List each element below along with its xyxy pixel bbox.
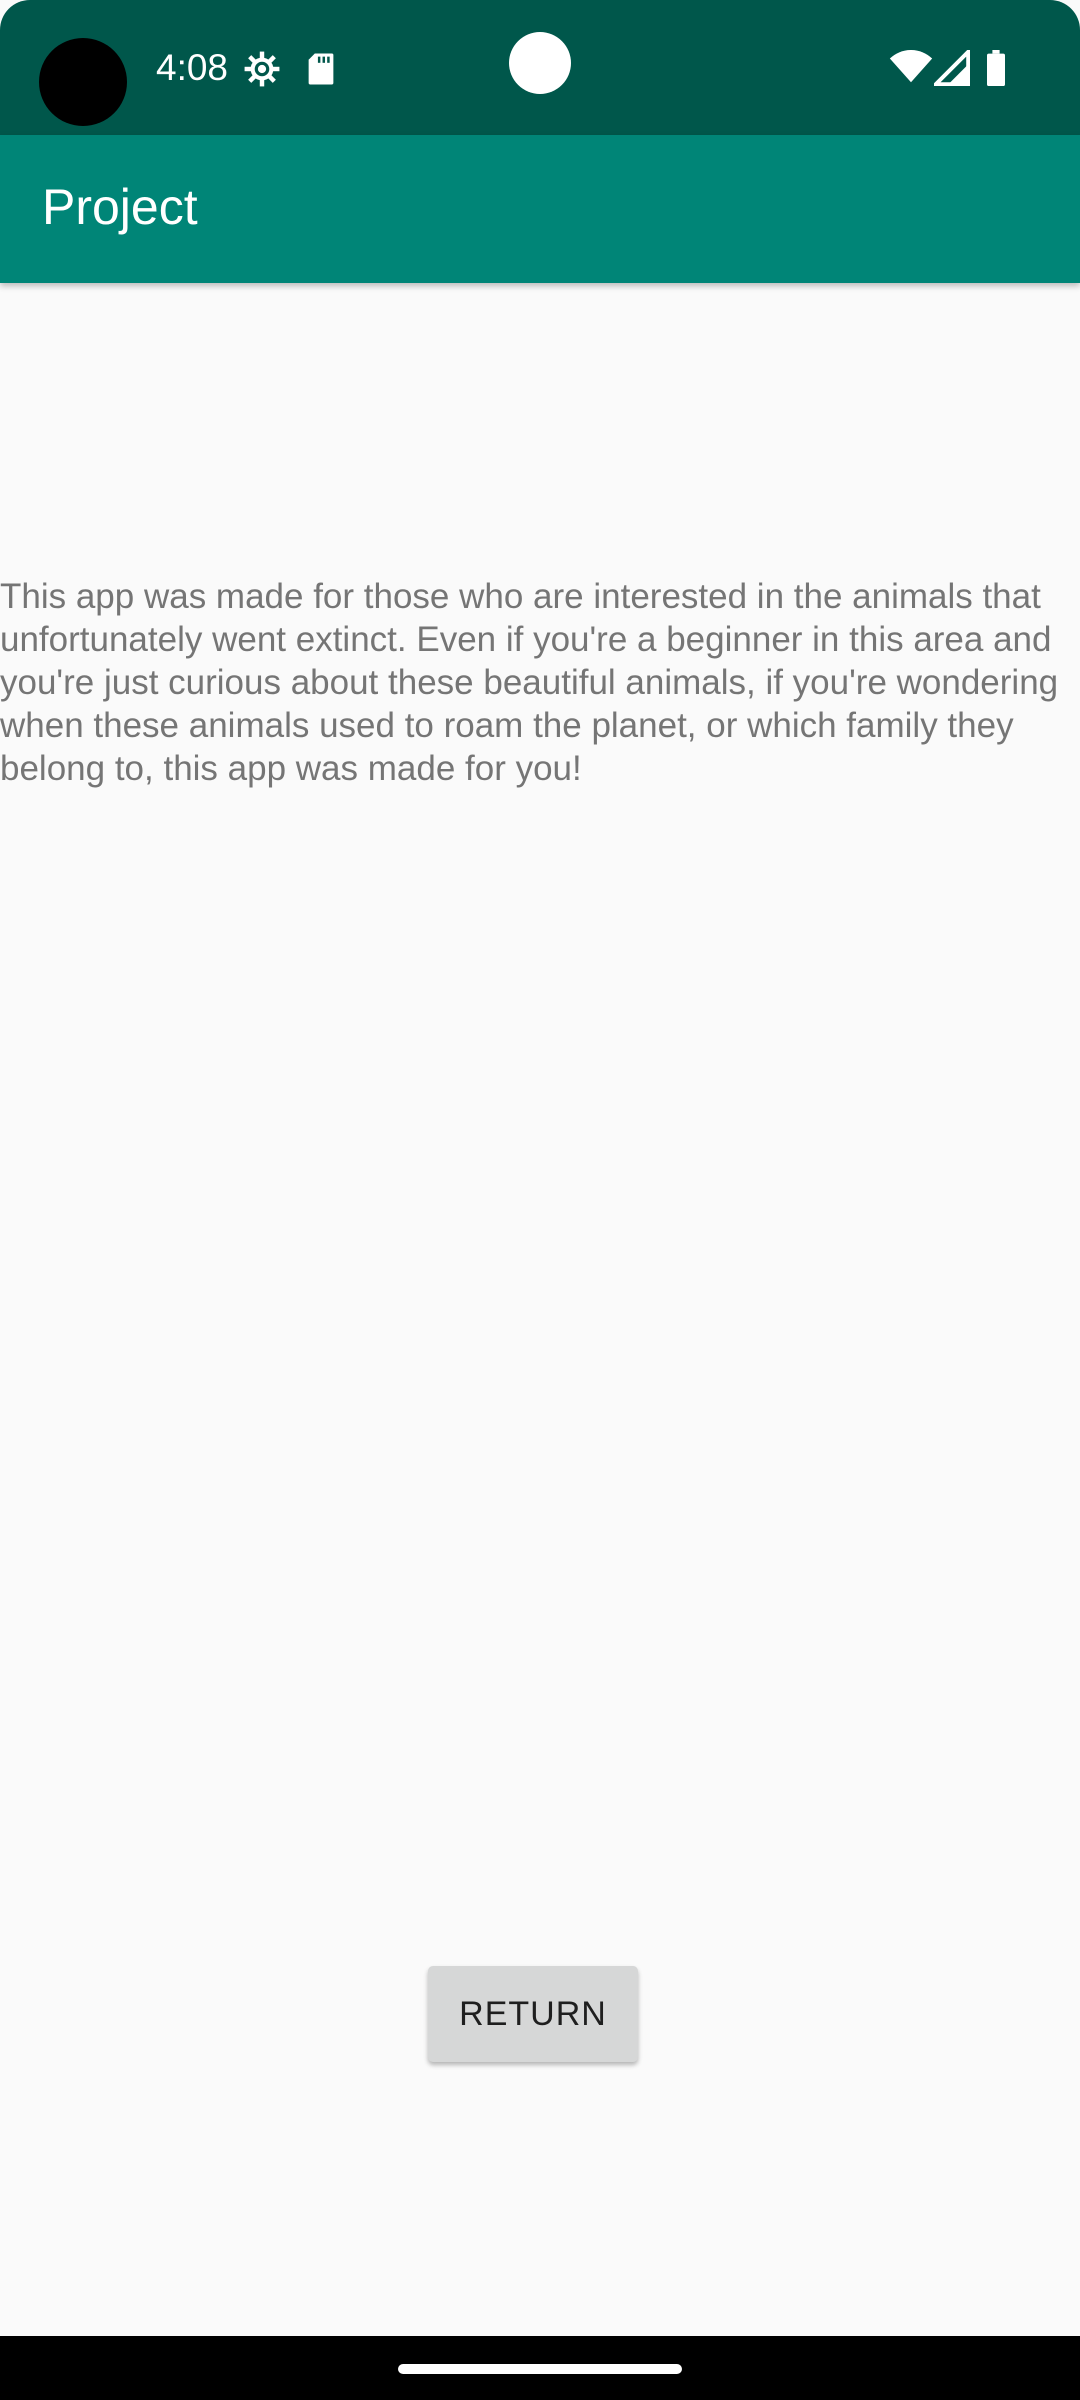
app-bar: Project [0,135,1080,283]
settings-gear-icon [243,50,281,93]
description-text: This app was made for those who are inte… [0,577,1059,788]
cell-signal-icon [931,47,971,91]
page-title: Project [42,179,198,235]
home-gesture-handle[interactable] [398,2364,682,2374]
sd-card-icon [306,52,336,91]
status-time: 4:08 [156,47,229,88]
wifi-icon [889,49,933,89]
sensor-dot [509,32,571,94]
navigation-bar [0,2336,1080,2400]
status-bar: 4:08 [0,0,1080,135]
front-camera-cutout [39,38,127,126]
screen: 4:08 Project This app was made for those… [0,0,1080,2400]
return-button[interactable]: RETURN [428,1966,638,2062]
battery-icon [985,50,1007,91]
